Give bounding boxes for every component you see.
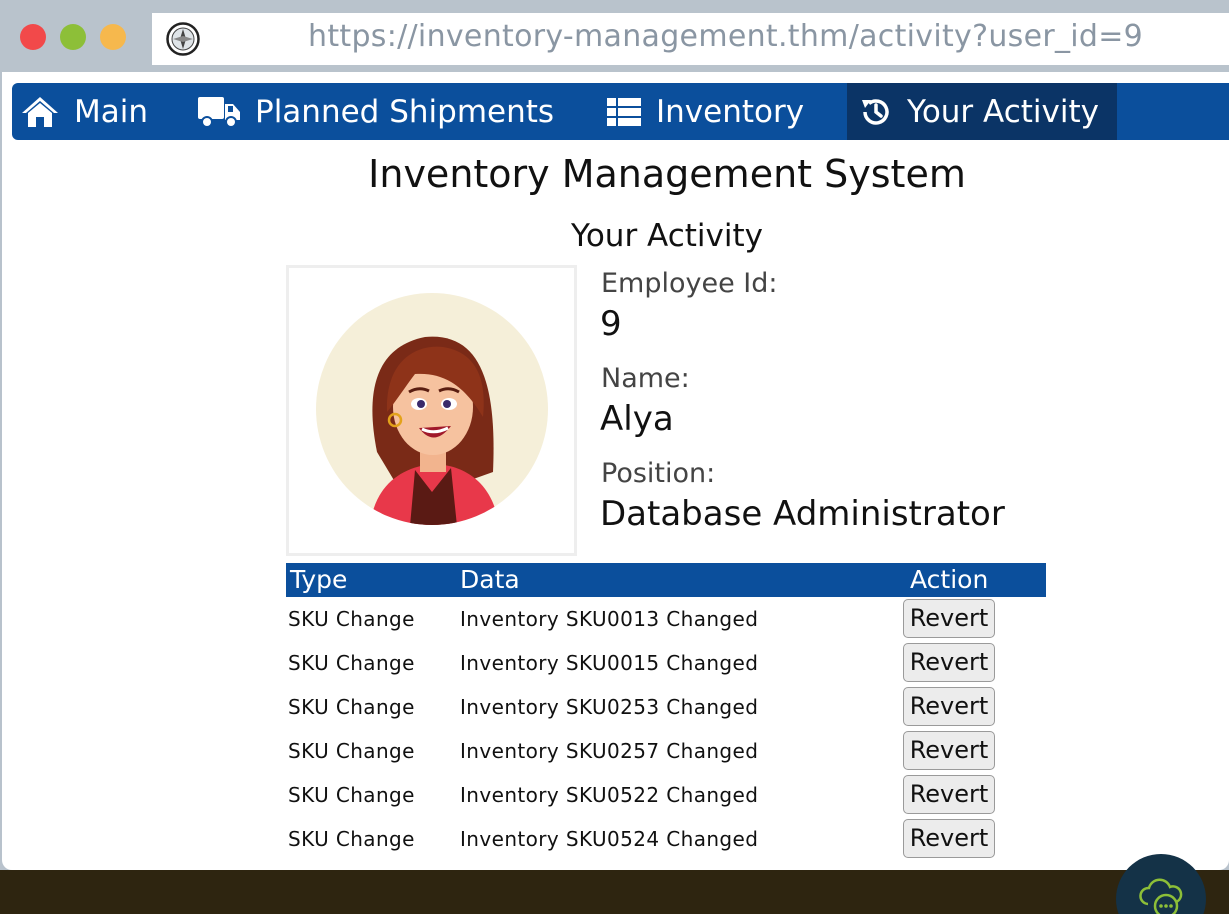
row-type: SKU Change	[288, 827, 415, 851]
nav-item-planned-shipments[interactable]: Planned Shipments	[197, 83, 554, 140]
table-row: SKU Change Inventory SKU0013 Changed Rev…	[286, 599, 1046, 643]
table-row: SKU Change Inventory SKU0522 Changed Rev…	[286, 775, 1046, 819]
row-type: SKU Change	[288, 783, 415, 807]
revert-button[interactable]: Revert	[903, 775, 995, 814]
truck-icon	[198, 96, 240, 128]
browser-chrome: https://inventory-management.thm/activit…	[0, 0, 1229, 72]
nav-label-inventory: Inventory	[656, 93, 805, 130]
row-data: Inventory SKU0013 Changed	[460, 607, 759, 631]
nav-item-inventory[interactable]: Inventory	[606, 83, 804, 140]
name-value: Alya	[600, 399, 674, 439]
row-data: Inventory SKU0522 Changed	[460, 783, 759, 807]
revert-button[interactable]: Revert	[903, 731, 995, 770]
list-icon	[607, 97, 641, 126]
close-window-button[interactable]	[20, 24, 46, 50]
row-data: Inventory SKU0253 Changed	[460, 695, 759, 719]
activity-table-header: Type Data Action	[286, 563, 1046, 597]
top-navbar: Main Planned Shipments Inventory Your Ac…	[12, 83, 1229, 140]
row-type: SKU Change	[288, 695, 415, 719]
position-value: Database Administrator	[600, 494, 1005, 534]
url-text[interactable]: https://inventory-management.thm/activit…	[308, 19, 1143, 54]
home-icon	[22, 96, 58, 127]
minimize-window-button[interactable]	[60, 24, 86, 50]
row-data: Inventory SKU0524 Changed	[460, 827, 759, 851]
revert-button[interactable]: Revert	[903, 819, 995, 858]
nav-label-planned-shipments: Planned Shipments	[255, 93, 555, 130]
column-header-data: Data	[460, 565, 520, 594]
page-subtitle: Your Activity	[571, 218, 763, 254]
maximize-window-button[interactable]	[100, 24, 126, 50]
revert-button[interactable]: Revert	[903, 643, 995, 682]
row-type: SKU Change	[288, 607, 415, 631]
nav-item-main[interactable]: Main	[20, 83, 148, 140]
row-data: Inventory SKU0015 Changed	[460, 651, 759, 675]
address-bar[interactable]: https://inventory-management.thm/activit…	[152, 13, 1229, 65]
page-content: Main Planned Shipments Inventory Your Ac…	[2, 72, 1229, 870]
employee-id-value: 9	[600, 304, 622, 344]
nav-label-your-activity: Your Activity	[907, 93, 1099, 130]
table-row: SKU Change Inventory SKU0524 Changed Rev…	[286, 819, 1046, 863]
nav-item-your-activity[interactable]: Your Activity	[847, 83, 1117, 140]
row-type: SKU Change	[288, 651, 415, 675]
employee-id-label: Employee Id:	[601, 268, 778, 299]
avatar-frame	[286, 265, 577, 556]
nav-label-main: Main	[74, 93, 149, 130]
row-data: Inventory SKU0257 Changed	[460, 739, 759, 763]
history-icon	[862, 98, 889, 125]
footer-strip	[0, 870, 1229, 914]
page-title: Inventory Management System	[368, 152, 966, 196]
table-row: SKU Change Inventory SKU0257 Changed Rev…	[286, 731, 1046, 775]
column-header-type: Type	[290, 565, 348, 594]
column-header-action: Action	[910, 565, 989, 594]
avatar	[316, 293, 548, 525]
row-type: SKU Change	[288, 739, 415, 763]
revert-button[interactable]: Revert	[903, 687, 995, 726]
revert-button[interactable]: Revert	[903, 599, 995, 638]
table-row: SKU Change Inventory SKU0253 Changed Rev…	[286, 687, 1046, 731]
position-label: Position:	[601, 458, 716, 489]
table-row: SKU Change Inventory SKU0015 Changed Rev…	[286, 643, 1046, 687]
compass-icon	[166, 22, 200, 56]
cloud-chat-icon	[1139, 878, 1183, 914]
name-label: Name:	[601, 363, 690, 394]
